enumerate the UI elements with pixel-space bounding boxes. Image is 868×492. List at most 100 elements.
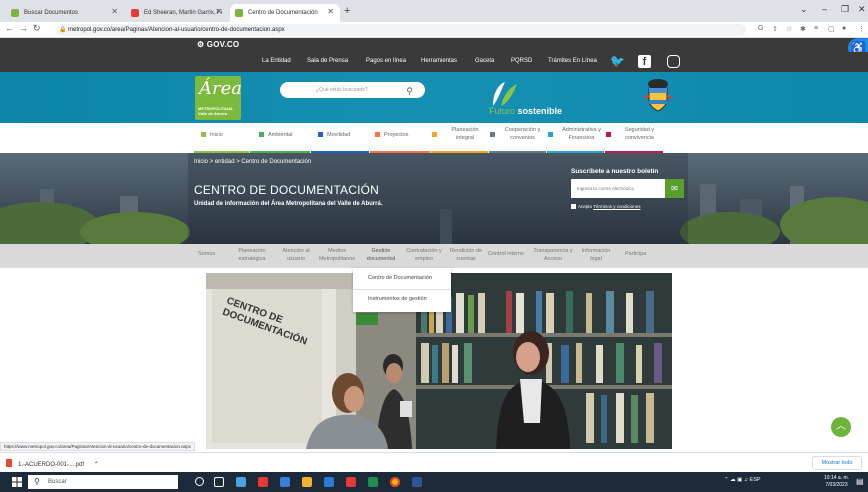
breadcrumb[interactable]: Inicio > entidad > Centro de Documentaci… [194,159,311,165]
topnav-pagos[interactable]: Pagos en línea [366,58,406,64]
subnav-atencion[interactable]: Atención al usuario [278,247,314,263]
app-icon[interactable] [346,477,356,487]
address-bar[interactable]: 🔒 metropol.gov.co/area/Paginas/Atencion-… [56,24,746,36]
tab-close-icon[interactable]: ✕ [327,7,334,16]
hero-section: Inicio > entidad > Centro de Documentaci… [0,153,868,244]
category-planeacion[interactable]: Planeación integral [432,126,484,142]
back-icon[interactable]: ← [5,23,14,33]
system-tray[interactable]: ⌃ ☁ ▣ ♫ ESP [724,477,761,483]
windows-taskbar: ⚲ Buscar ⌃ ☁ ▣ ♫ ESP 10:14 a. m. 7/03/20… [0,472,868,492]
downloads-bar: 1.-ACUERDO-001-....pdf ⌃ Mostrar todo [0,452,868,472]
search-icon[interactable]: ⚲ [406,83,413,99]
clock[interactable]: 10:14 a. m. 7/03/2023 [824,475,849,489]
notifications-icon[interactable]: ▤ [856,477,864,486]
subnav-contratacion[interactable]: Contratación y empleo [402,247,446,263]
web-page: ⚙ GOV.CO ♿ La Entidad Sala de Prensa Pag… [0,38,868,460]
cortana-icon[interactable] [195,477,204,486]
category-inicio[interactable]: Inicio [201,131,223,139]
status-bar-url: https://www.metropol.gov.co/area/Paginas… [0,442,195,451]
terms-link[interactable]: Términos y condiciones [593,204,640,209]
file-explorer-icon[interactable] [302,477,312,487]
windows-start-icon[interactable] [12,477,22,487]
share-icon[interactable]: ⇪ [772,25,778,33]
chevron-up-icon[interactable]: ⌃ [94,462,99,468]
chevron-up-icon: ︿ [836,421,846,432]
maximize-icon[interactable]: ❐ [841,4,849,15]
area-metropolitana-logo[interactable]: Área METROPOLITANA Valle de Aburrá [195,76,242,120]
category-cooperacion[interactable]: Cooperación y convenios [490,126,545,142]
subnav-medios[interactable]: Medios Metropolitanos [314,247,360,263]
tab-favicon-icon [11,9,19,17]
subnav-transparencia[interactable]: Transparencia y Acceso [530,247,576,263]
category-movilidad[interactable]: Movilidad [318,131,350,139]
new-tab-icon[interactable]: + [344,5,350,17]
topnav-herramientas[interactable]: Herramientas [421,58,457,64]
forward-icon[interactable]: → [19,23,28,33]
checkbox-icon[interactable] [571,204,576,209]
category-proyectos[interactable]: Proyectos [375,131,408,139]
taskbar-search-input[interactable]: ⚲ Buscar [28,475,178,489]
tab-search-icon[interactable]: ⌄ [800,4,808,15]
topnav-tramites[interactable]: Trámites En Línea [548,58,597,64]
reading-list-icon[interactable]: ≡ [814,25,818,32]
browser-tab-active[interactable]: Centro de Documentación ✕ [230,4,340,22]
task-view-icon[interactable] [214,477,224,487]
terms-checkbox[interactable]: Acepto Términos y condiciones [571,204,640,209]
app-icon[interactable] [236,477,246,487]
excel-icon[interactable] [368,477,378,487]
tab-close-icon[interactable]: ✕ [215,7,222,16]
topnav-gaceta[interactable]: Gaceta [475,58,494,64]
minimize-icon[interactable]: – [822,4,827,14]
subnav-gestion-documental[interactable]: Gestión documental [362,247,400,263]
show-all-button[interactable]: Mostrar todo [812,456,862,470]
dropdown-item-centro-documentacion[interactable]: Centro de Documentación [368,275,432,281]
subnav-rendicion[interactable]: Rendición de cuentas [446,247,486,263]
subnav-planeacion[interactable]: Planeación estratégica [230,247,274,263]
reload-icon[interactable]: ↻ [33,23,41,34]
chrome-icon[interactable] [390,477,400,487]
scroll-to-top-button[interactable]: ︿ [831,417,851,437]
close-window-icon[interactable]: ✕ [858,4,866,15]
category-color-icon [606,132,611,137]
subnav-somos[interactable]: Somos [198,250,215,258]
tab-close-icon[interactable]: ✕ [111,7,118,16]
extensions-icon[interactable]: ✱ [800,25,806,33]
category-seguridad[interactable]: Seguridad y convivencia [606,126,664,142]
twitter-icon[interactable]: 🐦 [610,54,625,68]
browser-tab[interactable]: Buscar Documentos ✕ [6,4,124,22]
lock-icon[interactable]: 🔒 [59,24,66,36]
google-icon[interactable]: G [758,25,763,32]
sidebar-icon[interactable]: ▢ [828,25,835,33]
acrobat-icon[interactable] [258,477,268,487]
subnav-participa[interactable]: Participa [625,250,646,258]
category-administrativa[interactable]: Administrativa y Financiera [548,126,606,142]
tab-favicon-icon [235,9,243,17]
menu-kebab-icon[interactable]: ⋮ [858,25,865,33]
hero-overlay [188,153,688,244]
newsletter-send-button[interactable]: ✉ [665,179,684,198]
category-ambiental[interactable]: Ambiental [259,131,292,139]
govco-logo[interactable]: ⚙ GOV.CO [197,40,239,49]
app-icon[interactable] [280,477,290,487]
page-subtitle: Unidad de información del Área Metropoli… [194,201,383,207]
subnav-informacion-legal[interactable]: Información legal [576,247,616,263]
bookmark-star-icon[interactable]: ☆ [786,25,792,33]
newsletter-email-field[interactable] [571,179,665,198]
category-color-icon [490,132,495,137]
browser-tab[interactable]: Ed Sheeran, Martin Garrix, Fi ✕ [126,4,228,22]
outlook-icon[interactable] [324,477,334,487]
topnav-sala-prensa[interactable]: Sala de Prensa [307,58,348,64]
site-search-input[interactable]: ¿Qué estás buscando? ⚲ [280,82,425,98]
topnav-pqrsd[interactable]: PQRSD [511,58,532,64]
profile-avatar-icon[interactable]: ● [842,25,846,32]
subnav-control-interno[interactable]: Control interno [488,250,524,258]
search-icon: ⚲ [34,477,40,486]
dropdown-item-instrumentos-gestion[interactable]: Instrumentos de gestión [368,296,427,302]
instagram-icon[interactable] [667,55,680,68]
topnav-entidad[interactable]: La Entidad [262,58,291,64]
gov-bar: ⚙ GOV.CO [0,38,868,52]
download-item[interactable]: 1.-ACUERDO-001-....pdf ⌃ [6,459,99,468]
facebook-icon[interactable]: f [638,55,651,68]
word-icon[interactable] [412,477,422,487]
mail-icon: ✉ [671,184,678,193]
